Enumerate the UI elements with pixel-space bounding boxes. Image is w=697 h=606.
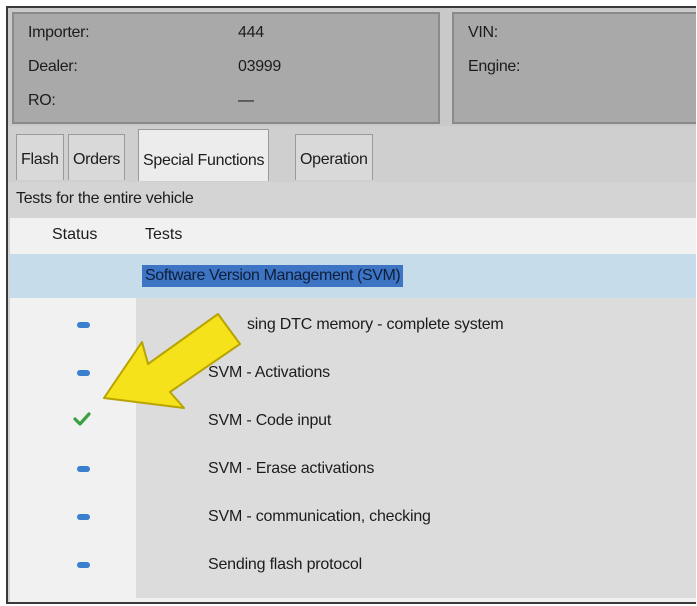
test-label: SVM - communication, checking [208, 508, 431, 525]
ro-label: RO: [28, 92, 56, 109]
vin-label: VIN: [468, 24, 498, 41]
check-icon [73, 412, 91, 426]
tab-bar: Flash Orders Special Functions Operation [8, 126, 696, 183]
vehicle-info-header: Importer: 444 Dealer: 03999 RO: — VIN: E… [8, 8, 696, 126]
vehicle-id-panel: VIN: Engine: [452, 12, 696, 124]
importer-value: 444 [238, 24, 264, 41]
importer-label: Importer: [28, 24, 90, 41]
tab-orders[interactable]: Orders [68, 134, 126, 180]
status-column-header[interactable]: Status [52, 226, 97, 244]
tab-flash[interactable]: Flash [16, 134, 64, 180]
dash-icon [77, 370, 90, 376]
test-label: SVM - Erase activations [208, 460, 375, 477]
tab-operation[interactable]: Operation [295, 134, 373, 180]
dash-icon [77, 562, 90, 568]
dealer-label: Dealer: [28, 58, 78, 75]
test-label: Sending flash protocol [208, 556, 362, 573]
dealer-info-panel: Importer: 444 Dealer: 03999 RO: — [12, 12, 440, 124]
test-label: sing DTC memory - complete system [247, 316, 504, 333]
ro-value: — [238, 92, 254, 109]
tab-special-functions[interactable]: Special Functions [138, 129, 270, 181]
section-title: Tests for the entire vehicle [16, 190, 194, 207]
selected-item-label[interactable]: Software Version Management (SVM) [142, 265, 404, 287]
yellow-arrow-icon [103, 313, 241, 409]
dealer-value: 03999 [238, 58, 281, 75]
dash-icon [77, 322, 90, 328]
tests-column-header[interactable]: Tests [145, 226, 182, 244]
engine-label: Engine: [468, 58, 521, 75]
dash-icon [77, 514, 90, 520]
dash-icon [77, 466, 90, 472]
